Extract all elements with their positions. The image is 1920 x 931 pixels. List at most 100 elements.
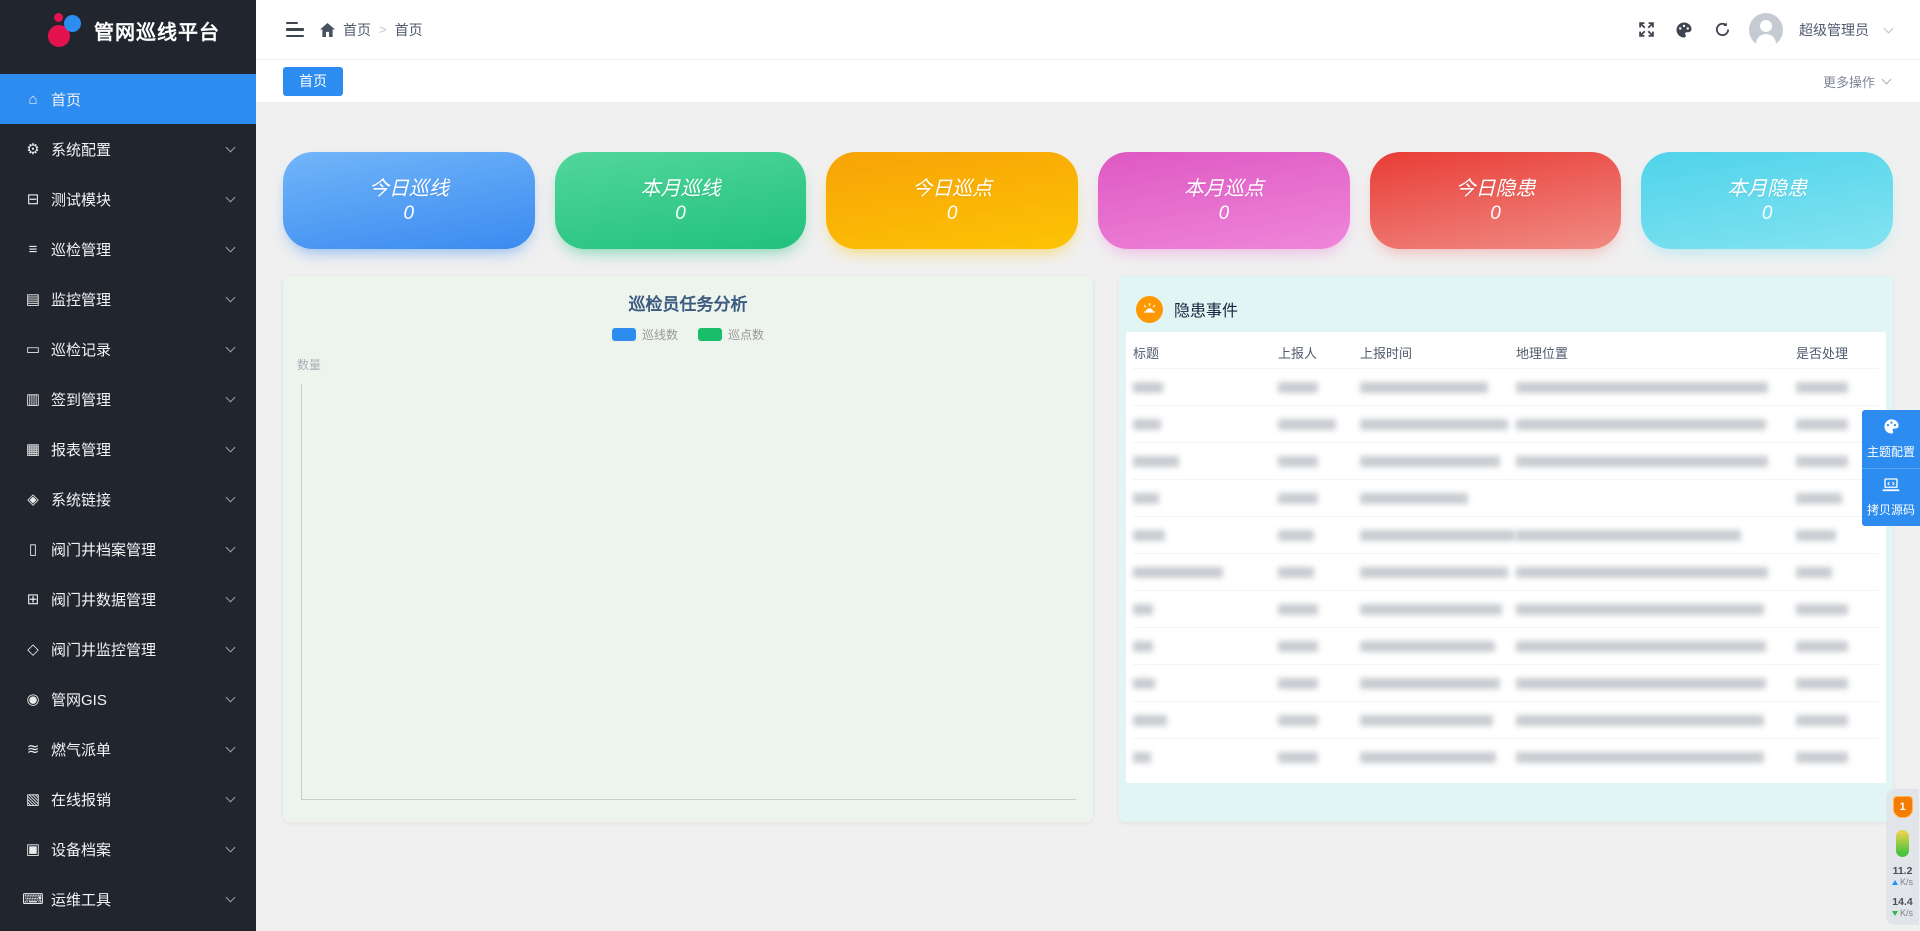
sidebar-item-home[interactable]: ⌂首页: [0, 74, 256, 124]
app-logo: 管网巡线平台: [0, 0, 256, 60]
table-cell: [1278, 641, 1360, 652]
table-row[interactable]: [1133, 442, 1879, 479]
redacted-text: [1796, 419, 1848, 430]
sidebar-item-label: 燃气派单: [51, 739, 111, 760]
table-cell: [1133, 493, 1278, 504]
stat-card-4[interactable]: 本月巡点0: [1098, 152, 1350, 249]
table-row[interactable]: [1133, 590, 1879, 627]
sidebar-item-report-mgmt[interactable]: ▦报表管理: [0, 424, 256, 474]
table-cell: [1133, 530, 1278, 541]
sidebar-item-label: 系统配置: [51, 139, 111, 160]
table-row[interactable]: [1133, 701, 1879, 738]
sidebar-item-patrol-mgmt[interactable]: ≡巡检管理: [0, 224, 256, 274]
table-cell: [1796, 715, 1882, 726]
redacted-text: [1796, 678, 1848, 689]
legend-swatch: [612, 328, 636, 341]
sidebar-item-valve-monitor[interactable]: ◇阀门井监控管理: [0, 624, 256, 674]
redacted-text: [1516, 567, 1768, 578]
events-header: 隐患事件: [1126, 284, 1886, 332]
archive-icon: ⊟: [22, 190, 44, 208]
redacted-text: [1516, 530, 1741, 541]
avatar[interactable]: [1749, 13, 1783, 47]
chevron-down-icon: [1882, 75, 1892, 85]
sidebar-item-system-config[interactable]: ⚙系统配置: [0, 124, 256, 174]
sidebar-item-device-archive[interactable]: ▣设备档案: [0, 824, 256, 874]
redacted-text: [1133, 604, 1153, 615]
main-column: 首页 > 首页 超级管理员 首页: [256, 0, 1920, 931]
sidebar-item-system-links[interactable]: ◈系统链接: [0, 474, 256, 524]
fullscreen-icon[interactable]: [1635, 19, 1657, 41]
theme-config-button[interactable]: 主题配置: [1862, 410, 1920, 468]
table-row[interactable]: [1133, 664, 1879, 701]
sidebar-item-label: 运维工具: [51, 889, 111, 910]
legend-item[interactable]: 巡线数: [612, 326, 678, 343]
sidebar-item-online-expense[interactable]: ▧在线报销: [0, 774, 256, 824]
stat-card-6[interactable]: 本月隐患0: [1641, 152, 1893, 249]
sidebar-item-patrol-records[interactable]: ▭巡检记录: [0, 324, 256, 374]
legend-item[interactable]: 巡点数: [698, 326, 764, 343]
sidebar-item-checkin-mgmt[interactable]: ▥签到管理: [0, 374, 256, 424]
gis-icon: ◉: [22, 690, 44, 708]
table-cell: [1278, 419, 1360, 430]
redacted-text: [1278, 382, 1318, 393]
column-header: 上报时间: [1360, 343, 1516, 362]
sidebar-item-valve-archive[interactable]: ▯阀门井档案管理: [0, 524, 256, 574]
copy-source-button[interactable]: 拷贝源码: [1862, 468, 1920, 526]
redacted-text: [1278, 604, 1318, 615]
shield-badge: 1: [1893, 796, 1913, 818]
sidebar-item-label: 管网GIS: [51, 689, 107, 710]
refresh-icon[interactable]: [1711, 19, 1733, 41]
security-shield-icon[interactable]: 1: [1893, 796, 1913, 818]
chevron-down-icon: [226, 893, 236, 903]
download-speed: 14.4 K/s: [1892, 897, 1913, 919]
table-row[interactable]: [1133, 553, 1879, 590]
table-row[interactable]: [1133, 405, 1879, 442]
username[interactable]: 超级管理员: [1799, 20, 1869, 40]
redacted-text: [1516, 678, 1766, 689]
table-row[interactable]: [1133, 516, 1879, 553]
chevron-down-icon: [226, 343, 236, 353]
sidebar-item-test-module[interactable]: ⊟测试模块: [0, 174, 256, 224]
table-row[interactable]: [1133, 738, 1879, 775]
table-cell: [1360, 382, 1516, 393]
stat-value: 0: [675, 202, 686, 226]
stat-card-5[interactable]: 今日隐患0: [1370, 152, 1622, 249]
upload-arrow-icon: [1892, 880, 1898, 885]
stat-card-3[interactable]: 今日巡点0: [826, 152, 1078, 249]
chevron-down-icon: [226, 793, 236, 803]
table-row[interactable]: [1133, 479, 1879, 516]
chevron-down-icon: [226, 693, 236, 703]
redacted-text: [1278, 641, 1318, 652]
sidebar-item-pipeline-gis[interactable]: ◉ 管网GIS: [0, 674, 256, 724]
table-cell: [1796, 678, 1882, 689]
chevron-down-icon[interactable]: [1884, 23, 1894, 33]
redacted-text: [1796, 382, 1848, 393]
redacted-text: [1516, 604, 1764, 615]
sidebar-item-label: 阀门井监控管理: [51, 639, 156, 660]
sidebar-item-ops-tools[interactable]: ⌨ 运维工具: [0, 874, 256, 924]
capsule-icon[interactable]: [1896, 830, 1909, 857]
terminal-icon: ⌨: [22, 890, 44, 908]
table-cell: [1278, 530, 1360, 541]
redacted-text: [1360, 530, 1515, 541]
redacted-text: [1360, 419, 1508, 430]
table-row[interactable]: [1133, 368, 1879, 405]
more-actions-button[interactable]: 更多操作: [1823, 72, 1890, 91]
net-speed-widget[interactable]: 1 11.2 K/s 14.4 K/s: [1886, 789, 1919, 925]
redacted-text: [1796, 456, 1848, 467]
redacted-text: [1278, 419, 1336, 430]
breadcrumb-item-home[interactable]: 首页: [343, 20, 371, 40]
sidebar-item-gas-dispatch[interactable]: ≋燃气派单: [0, 724, 256, 774]
stat-card-1[interactable]: 今日巡线0: [283, 152, 535, 249]
legend-label: 巡点数: [728, 326, 764, 343]
collapse-menu-icon[interactable]: [284, 18, 306, 42]
tab-home[interactable]: 首页: [283, 67, 343, 96]
sidebar-item-monitor-mgmt[interactable]: ▤监控管理: [0, 274, 256, 324]
table-row[interactable]: [1133, 627, 1879, 664]
stat-card-2[interactable]: 本月巡线0: [555, 152, 807, 249]
table-cell: [1133, 641, 1278, 652]
theme-palette-icon[interactable]: [1673, 19, 1695, 41]
sidebar-item-valve-data[interactable]: ⊞阀门井数据管理: [0, 574, 256, 624]
monitor-icon: ▭: [22, 340, 44, 358]
table-cell: [1360, 530, 1516, 541]
